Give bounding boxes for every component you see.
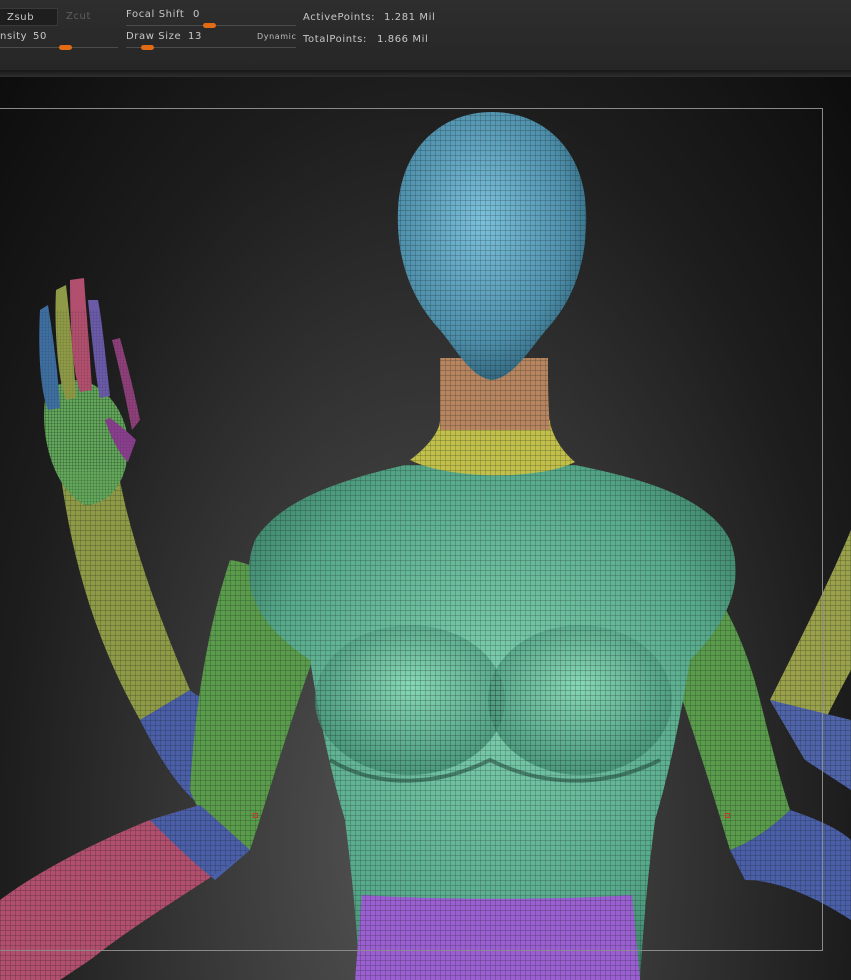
left-arm-raised — [39, 278, 215, 805]
total-points-value: 1.866 Mil — [377, 34, 429, 45]
draw-size-value: 13 — [188, 31, 202, 42]
zcut-button[interactable]: Zcut — [60, 8, 104, 26]
focal-shift-label: Focal Shift — [126, 9, 185, 20]
draw-size-slider-handle[interactable] — [141, 45, 154, 50]
gizmo-marker-left[interactable] — [253, 813, 258, 818]
model-render — [0, 112, 851, 980]
torso — [248, 465, 736, 980]
intensity-label: nsity — [0, 31, 28, 42]
3d-viewport[interactable] — [0, 77, 851, 980]
focal-shift-slider-handle[interactable] — [203, 23, 216, 28]
zsub-label: Zsub — [7, 12, 35, 23]
active-points-label: ActivePoints: — [303, 12, 376, 23]
head — [397, 112, 587, 380]
total-points-label: TotalPoints: — [303, 34, 367, 45]
top-toolbar: Zsub Zcut nsity 50 Focal Shift 0 Draw Si… — [0, 0, 851, 71]
draw-size-label: Draw Size — [126, 31, 182, 42]
active-points-value: 1.281 Mil — [384, 12, 436, 23]
zsub-button[interactable]: Zsub — [0, 8, 58, 26]
zcut-label: Zcut — [66, 11, 92, 22]
intensity-value: 50 — [33, 31, 47, 42]
intensity-slider-handle[interactable] — [59, 45, 72, 50]
dynamic-toggle[interactable]: Dynamic — [257, 32, 296, 41]
gizmo-marker-right[interactable] — [725, 813, 730, 818]
focal-shift-value: 0 — [193, 9, 200, 20]
right-arm-raised — [770, 530, 851, 790]
